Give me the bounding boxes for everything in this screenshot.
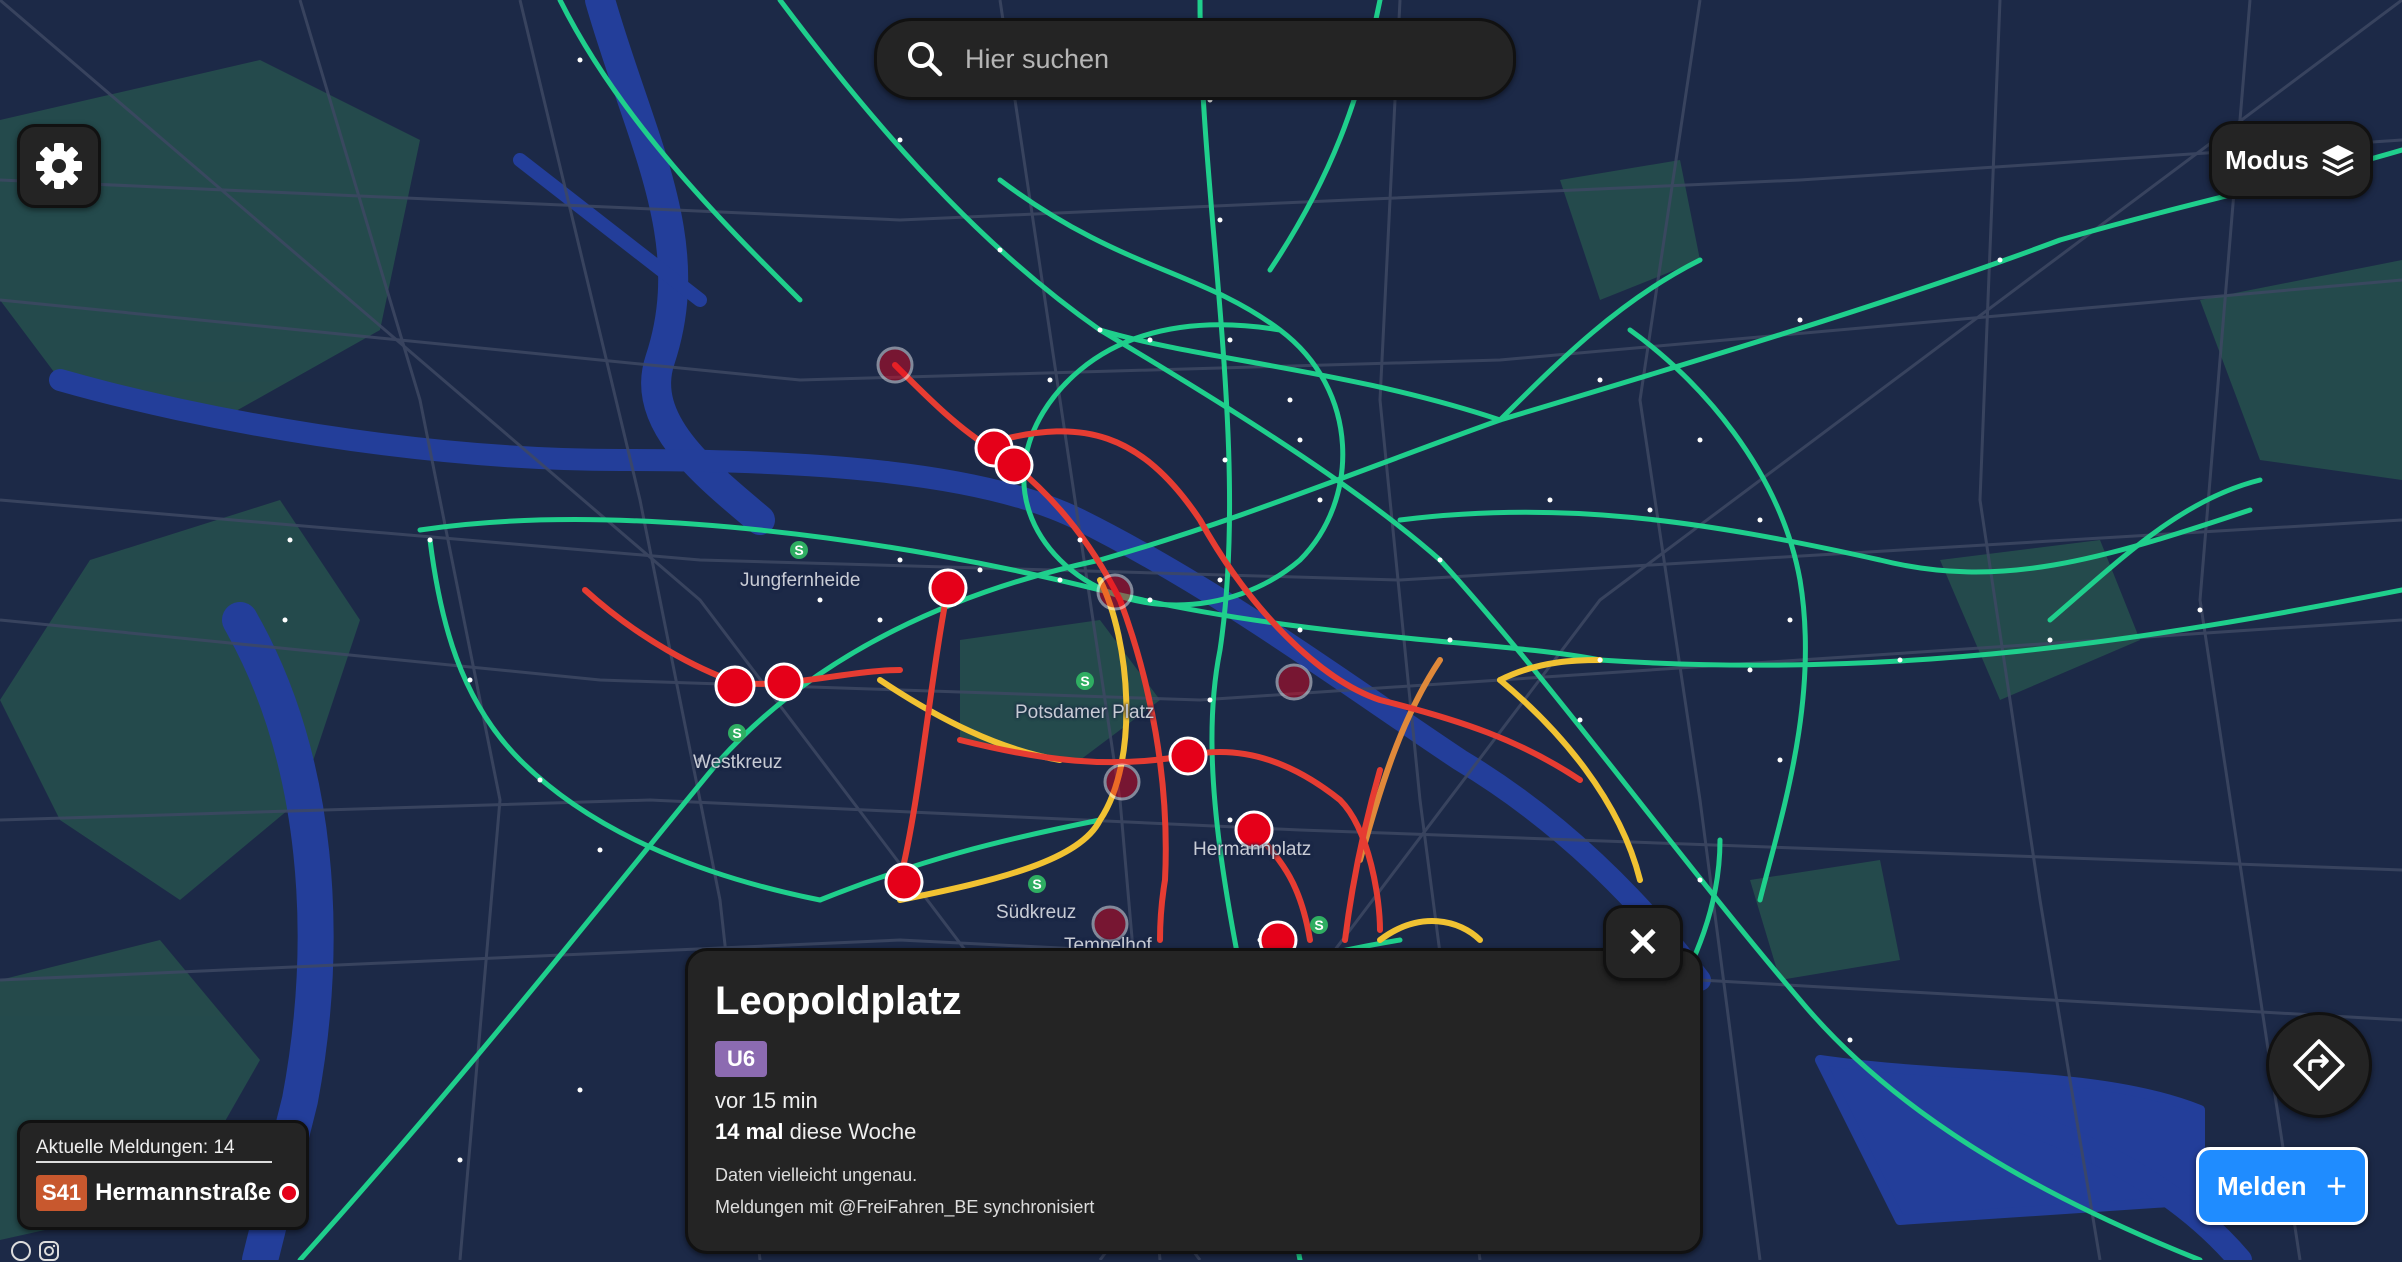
map-label-suedkreuz: Südkreuz bbox=[996, 902, 1077, 923]
frequency-count: 14 mal bbox=[715, 1119, 784, 1144]
report-item[interactable]: S41 Hermannstraße bbox=[36, 1175, 300, 1211]
map-label-westkreuz: Westkreuz bbox=[693, 752, 783, 773]
settings-button[interactable] bbox=[17, 124, 101, 208]
search-input[interactable] bbox=[963, 42, 1467, 76]
station-popup: Leopoldplatz U6 vor 15 min 14 mal diese … bbox=[685, 948, 1703, 1254]
map-label-hermannplatz: Hermannplatz bbox=[1193, 839, 1312, 860]
search-bar[interactable] bbox=[874, 18, 1516, 100]
instagram-icon[interactable] bbox=[38, 1240, 60, 1262]
route-button[interactable] bbox=[2266, 1012, 2372, 1118]
map-label-potsdamer-platz: Potsdamer Platz bbox=[1015, 702, 1155, 723]
map-label-jungfernheide: Jungfernheide bbox=[740, 570, 861, 591]
close-button[interactable]: ✕ bbox=[1603, 905, 1683, 981]
s-bahn-icon: S bbox=[790, 541, 808, 559]
close-icon: ✕ bbox=[1626, 921, 1660, 965]
s-bahn-icon: S bbox=[1028, 875, 1046, 893]
mode-label: Modus bbox=[2225, 144, 2309, 175]
mode-button[interactable]: Modus bbox=[2209, 121, 2373, 199]
s-bahn-icon: S bbox=[1310, 916, 1328, 934]
line-badge: U6 bbox=[715, 1041, 768, 1077]
station-title: Leopoldplatz bbox=[715, 979, 962, 1023]
report-time: vor 15 min bbox=[715, 1088, 818, 1113]
github-icon[interactable] bbox=[10, 1240, 32, 1262]
accuracy-note: Daten vielleicht ungenau. bbox=[715, 1165, 918, 1185]
search-icon bbox=[908, 42, 943, 77]
route-icon bbox=[2293, 1039, 2345, 1091]
report-marker-icon bbox=[279, 1183, 300, 1203]
current-reports-panel[interactable]: Aktuelle Meldungen: 14 S41 Hermannstraße bbox=[17, 1120, 309, 1230]
frequency-text: diese Woche bbox=[783, 1119, 917, 1144]
report-station: Hermannstraße bbox=[95, 1179, 272, 1206]
report-button[interactable]: Melden + bbox=[2196, 1147, 2368, 1225]
layers-icon bbox=[2321, 145, 2354, 176]
plus-icon: + bbox=[2325, 1165, 2347, 1206]
sync-note: Meldungen mit @FreiFahren_BE synchronisi… bbox=[715, 1197, 1095, 1217]
reports-count: Aktuelle Meldungen: 14 bbox=[36, 1137, 272, 1163]
line-badge: S41 bbox=[36, 1175, 88, 1211]
report-frequency: 14 mal diese Woche bbox=[715, 1119, 916, 1145]
s-bahn-icon: S bbox=[1076, 672, 1094, 690]
report-button-label: Melden bbox=[2217, 1170, 2307, 1201]
gear-icon bbox=[36, 143, 82, 189]
social-links bbox=[10, 1240, 60, 1262]
s-bahn-icon: S bbox=[728, 724, 746, 742]
